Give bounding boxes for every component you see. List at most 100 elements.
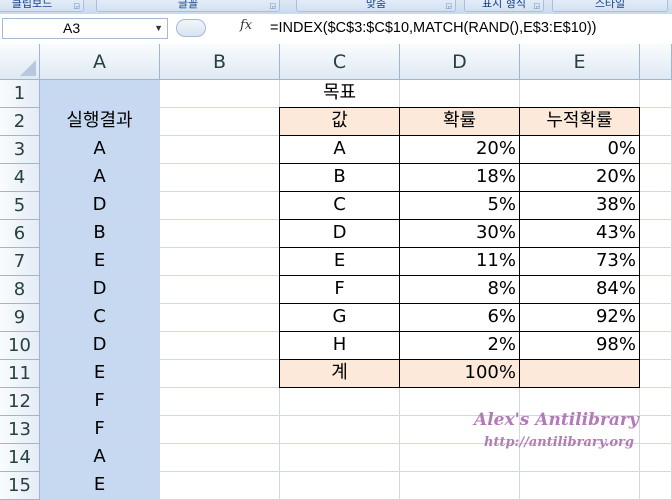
cell[interactable] (640, 304, 672, 332)
cell[interactable] (160, 472, 280, 500)
cell[interactable] (640, 472, 672, 500)
cell[interactable] (280, 472, 400, 500)
table-cell[interactable]: H (279, 331, 400, 360)
table-cell[interactable]: E (279, 247, 400, 276)
cell[interactable] (640, 388, 672, 416)
table-cell[interactable]: 11% (399, 247, 520, 276)
row-header[interactable]: 3 (0, 136, 40, 164)
table-cell[interactable]: 38% (519, 191, 640, 220)
cell[interactable] (280, 444, 400, 472)
row-header[interactable]: 15 (0, 472, 40, 500)
cell[interactable] (640, 192, 672, 220)
table-cell[interactable]: A (279, 135, 400, 164)
table-cell[interactable]: 18% (399, 163, 520, 192)
table-cell[interactable]: B (279, 163, 400, 192)
row-header[interactable]: 2 (0, 108, 40, 136)
cell[interactable] (640, 444, 672, 472)
row-header[interactable]: 4 (0, 164, 40, 192)
result-cell[interactable]: E (40, 472, 160, 500)
cell[interactable] (280, 416, 400, 444)
row-header[interactable]: 12 (0, 388, 40, 416)
table-header-cell[interactable]: 확률 (399, 107, 520, 136)
cell[interactable] (160, 192, 280, 220)
column-header-d[interactable]: D (400, 44, 520, 80)
table-header-cell[interactable]: 누적확률 (519, 107, 640, 136)
cell[interactable] (160, 80, 280, 108)
cell[interactable] (640, 416, 672, 444)
cell[interactable] (160, 276, 280, 304)
table-cell[interactable]: 43% (519, 219, 640, 248)
cell[interactable] (640, 136, 672, 164)
result-cell[interactable]: A (40, 444, 160, 472)
result-cell[interactable]: D (40, 276, 160, 304)
dialog-launcher-icon[interactable]: ◲ (269, 0, 276, 13)
insert-function-icon[interactable]: fx (240, 18, 252, 33)
table-title-cell[interactable]: 목표 (280, 80, 400, 108)
row-header[interactable]: 10 (0, 332, 40, 360)
cell[interactable] (640, 276, 672, 304)
cell[interactable] (160, 136, 280, 164)
cell[interactable] (640, 248, 672, 276)
row-header[interactable]: 1 (0, 80, 40, 108)
column-header-a[interactable]: A (40, 44, 160, 80)
row-header[interactable]: 6 (0, 220, 40, 248)
cell[interactable] (280, 388, 400, 416)
cell[interactable] (520, 80, 640, 108)
table-cell[interactable]: 84% (519, 275, 640, 304)
result-cell[interactable]: E (40, 248, 160, 276)
result-cell[interactable]: D (40, 192, 160, 220)
table-cell[interactable]: 0% (519, 135, 640, 164)
table-cell[interactable]: 6% (399, 303, 520, 332)
total-label-cell[interactable]: 계 (279, 359, 400, 388)
cell[interactable] (400, 80, 520, 108)
formula-input[interactable]: =INDEX($C$3:$C$10,MATCH(RAND(),E$3:E$10)… (266, 18, 672, 39)
column-header-e[interactable]: E (520, 44, 640, 80)
row-header[interactable]: 11 (0, 360, 40, 388)
ribbon-group-styles[interactable]: 스타일 (552, 0, 668, 12)
cell[interactable] (160, 360, 280, 388)
cell[interactable] (400, 472, 520, 500)
cell[interactable] (160, 388, 280, 416)
total-empty-cell[interactable] (519, 359, 640, 388)
result-cell[interactable]: C (40, 304, 160, 332)
table-cell[interactable]: C (279, 191, 400, 220)
result-cell[interactable]: B (40, 220, 160, 248)
cell[interactable] (160, 444, 280, 472)
table-cell[interactable]: D (279, 219, 400, 248)
table-cell[interactable]: 30% (399, 219, 520, 248)
result-header-cell[interactable]: 실행결과 (40, 108, 160, 136)
cell[interactable] (160, 164, 280, 192)
result-cell[interactable]: E (40, 360, 160, 388)
ribbon-group-font[interactable]: 글꼴 ◲ (96, 0, 280, 12)
cell[interactable] (640, 332, 672, 360)
name-box[interactable]: A3 ▼ (2, 18, 168, 39)
row-header[interactable]: 7 (0, 248, 40, 276)
result-cell[interactable]: A (40, 136, 160, 164)
result-cell[interactable]: F (40, 388, 160, 416)
cell[interactable] (640, 360, 672, 388)
table-cell[interactable]: 2% (399, 331, 520, 360)
table-cell[interactable]: F (279, 275, 400, 304)
column-header-f[interactable] (640, 44, 672, 80)
row-header[interactable]: 13 (0, 416, 40, 444)
table-cell[interactable]: 5% (399, 191, 520, 220)
cell[interactable] (160, 304, 280, 332)
select-all-button[interactable] (0, 44, 40, 80)
cell[interactable] (160, 416, 280, 444)
table-cell[interactable]: 92% (519, 303, 640, 332)
row-header[interactable]: 5 (0, 192, 40, 220)
cell[interactable] (160, 332, 280, 360)
row-header[interactable]: 9 (0, 304, 40, 332)
row-header[interactable]: 14 (0, 444, 40, 472)
table-header-cell[interactable]: 값 (279, 107, 400, 136)
cell[interactable] (160, 248, 280, 276)
cell[interactable] (640, 108, 672, 136)
total-value-cell[interactable]: 100% (399, 359, 520, 388)
ribbon-group-number[interactable]: 표시 형식 ◲ (464, 0, 544, 12)
ribbon-group-clipboard[interactable]: 클립보드 ◲ (0, 0, 84, 12)
table-cell[interactable]: 73% (519, 247, 640, 276)
dialog-launcher-icon[interactable]: ◲ (445, 0, 452, 13)
cell[interactable] (160, 220, 280, 248)
result-cell[interactable]: D (40, 332, 160, 360)
column-header-c[interactable]: C (280, 44, 400, 80)
